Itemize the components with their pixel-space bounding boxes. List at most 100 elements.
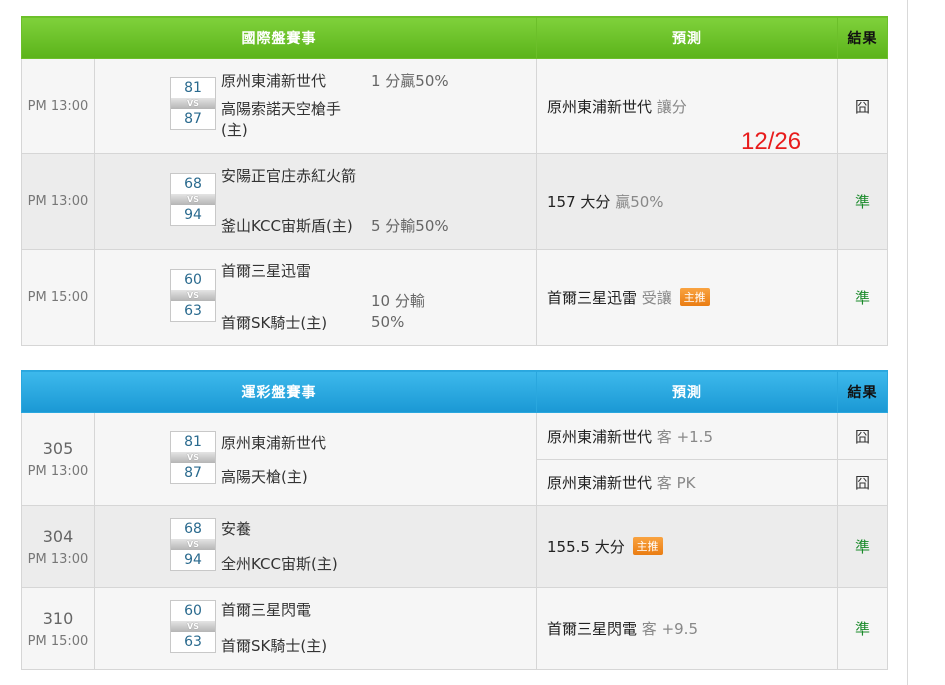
prediction-cell: 原州東浦新世代 客 +1.5: [536, 412, 838, 460]
featured-pick-badge: 主推: [632, 537, 663, 555]
score-away: 68: [184, 176, 202, 192]
result-mark: 準: [837, 505, 888, 588]
result-mark: 準: [837, 249, 888, 346]
prediction-note: 客 +9.5: [641, 620, 698, 638]
date-annotation: 12/26: [741, 128, 802, 155]
team-away[interactable]: 安養: [221, 519, 251, 540]
team-away[interactable]: 安陽正官庄赤紅火箭: [221, 166, 366, 187]
table-header-row: 運彩盤賽事 預測 結果: [21, 370, 888, 413]
international-games-table: 國際盤賽事 預測 結果 PM 13:00 81 VS 87 原州東浦新世代 高陽…: [21, 16, 888, 346]
prediction-note: 客 PK: [656, 474, 696, 492]
prediction-cell: 首爾三星迅雷 受讓 主推: [536, 249, 838, 346]
score-box: 60 VS 63: [170, 600, 216, 653]
score-box: 68 VS 94: [170, 518, 216, 571]
score-away: 68: [184, 521, 202, 537]
team-home[interactable]: 釜山KCC宙斯盾(主): [221, 216, 353, 237]
prediction-cell: 原州東浦新世代 客 PK: [536, 459, 838, 506]
team-away[interactable]: 原州東浦新世代: [221, 433, 326, 454]
prediction-note: 贏50%: [615, 193, 664, 211]
featured-pick-badge: 主推: [679, 288, 710, 306]
team-home[interactable]: 首爾SK騎士(主): [221, 636, 327, 657]
vs-label: VS: [171, 452, 215, 463]
game-time: PM 13:00: [21, 58, 95, 154]
score-away: 81: [184, 434, 202, 450]
game-time: PM 13:00: [27, 551, 89, 567]
game-time: PM 15:00: [27, 633, 89, 649]
team-home[interactable]: 高陽索諾天空槍手(主): [221, 99, 366, 141]
odds-result: 5 分輸50%: [371, 217, 449, 235]
team-home[interactable]: 首爾SK騎士(主): [221, 313, 327, 334]
result-mark: 囧: [837, 412, 888, 460]
prediction-pick: 原州東浦新世代: [547, 97, 653, 116]
vs-label: VS: [171, 194, 215, 205]
prediction-note: 客 +1.5: [656, 427, 713, 446]
score-away: 60: [184, 272, 202, 288]
result-mark: 準: [837, 153, 888, 250]
game-number: 310: [42, 608, 74, 628]
prediction-pick: 原州東浦新世代: [547, 474, 653, 492]
table-row: 304 PM 13:00 68 VS 94 安養 全州KCC宙斯(主) 155.…: [21, 505, 888, 588]
prediction-header: 預測: [536, 16, 838, 59]
table-row: PM 13:00 68 VS 94 安陽正官庄赤紅火箭 釜山KCC宙斯盾(主) …: [21, 153, 888, 250]
prediction-pick: 首爾三星閃電: [547, 620, 638, 638]
score-home: 63: [184, 634, 202, 650]
team-home[interactable]: 高陽天槍(主): [221, 467, 308, 488]
score-home: 94: [184, 207, 202, 223]
score-home: 94: [184, 552, 202, 568]
vs-label: VS: [171, 621, 215, 632]
prediction-note: 受讓: [641, 289, 672, 307]
team-away[interactable]: 首爾三星迅雷: [221, 261, 311, 282]
score-away: 81: [184, 80, 202, 96]
prediction-cell: 155.5 大分 主推: [536, 505, 838, 588]
match-cell: 81 VS 87 原州東浦新世代 高陽索諾天空槍手(主) 1 分贏50%: [94, 58, 537, 154]
prediction-pick: 155.5 大分: [547, 538, 625, 556]
result-mark: 準: [837, 587, 888, 670]
prediction-note: 讓分: [656, 97, 687, 116]
prediction-pick: 原州東浦新世代: [547, 427, 653, 446]
game-time-cell: 305 PM 13:00: [21, 412, 95, 506]
lottery-header: 運彩盤賽事: [21, 370, 537, 413]
result-header: 結果: [837, 370, 888, 413]
lottery-games-table: 運彩盤賽事 預測 結果 305 PM 13:00 81 VS 87 原州東浦新世…: [21, 370, 888, 670]
score-home: 87: [184, 465, 202, 481]
result-mark: 囧: [837, 58, 888, 154]
prediction-pick: 157 大分: [547, 193, 611, 211]
score-home: 87: [184, 111, 202, 127]
match-cell: 68 VS 94 安陽正官庄赤紅火箭 釜山KCC宙斯盾(主) 5 分輸50%: [94, 153, 537, 250]
match-cell: 68 VS 94 安養 全州KCC宙斯(主): [94, 505, 537, 588]
page-right-border: [907, 0, 908, 685]
score-home: 63: [184, 303, 202, 319]
prediction-pick: 首爾三星迅雷: [547, 289, 638, 307]
game-time-cell: 310 PM 15:00: [21, 587, 95, 670]
vs-label: VS: [171, 539, 215, 550]
game-time: PM 13:00: [27, 464, 89, 479]
table-header-row: 國際盤賽事 預測 結果: [21, 16, 888, 59]
game-time: PM 13:00: [21, 153, 95, 250]
score-box: 68 VS 94: [170, 173, 216, 226]
result-header: 結果: [837, 16, 888, 59]
team-away[interactable]: 原州東浦新世代: [221, 71, 326, 92]
table-row: 310 PM 15:00 60 VS 63 首爾三星閃電 首爾SK騎士(主) 首…: [21, 587, 888, 670]
score-box: 81 VS 87: [170, 77, 216, 130]
team-home[interactable]: 全州KCC宙斯(主): [221, 554, 338, 575]
prediction-cell: 首爾三星閃電 客 +9.5: [536, 587, 838, 670]
table-row: 305 PM 13:00 81 VS 87 原州東浦新世代 高陽天槍(主) 原州…: [21, 412, 888, 506]
score-box: 60 VS 63: [170, 269, 216, 322]
score-away: 60: [184, 603, 202, 619]
match-cell: 60 VS 63 首爾三星閃電 首爾SK騎士(主): [94, 587, 537, 670]
game-number: 305: [42, 439, 74, 458]
match-cell: 81 VS 87 原州東浦新世代 高陽天槍(主): [94, 412, 537, 506]
odds-result: 10 分輸50%: [371, 292, 425, 331]
odds-result: 1 分贏50%: [371, 72, 449, 90]
international-header: 國際盤賽事: [21, 16, 537, 59]
prediction-cell: 157 大分 贏50%: [536, 153, 838, 250]
game-time: PM 15:00: [21, 249, 95, 346]
game-number: 304: [42, 526, 74, 546]
team-away[interactable]: 首爾三星閃電: [221, 600, 311, 621]
score-box: 81 VS 87: [170, 431, 216, 484]
vs-label: VS: [171, 98, 215, 109]
match-cell: 60 VS 63 首爾三星迅雷 首爾SK騎士(主) 10 分輸50%: [94, 249, 537, 346]
table-row: PM 15:00 60 VS 63 首爾三星迅雷 首爾SK騎士(主) 10 分輸…: [21, 249, 888, 346]
prediction-header: 預測: [536, 370, 838, 413]
result-mark: 囧: [837, 459, 888, 506]
